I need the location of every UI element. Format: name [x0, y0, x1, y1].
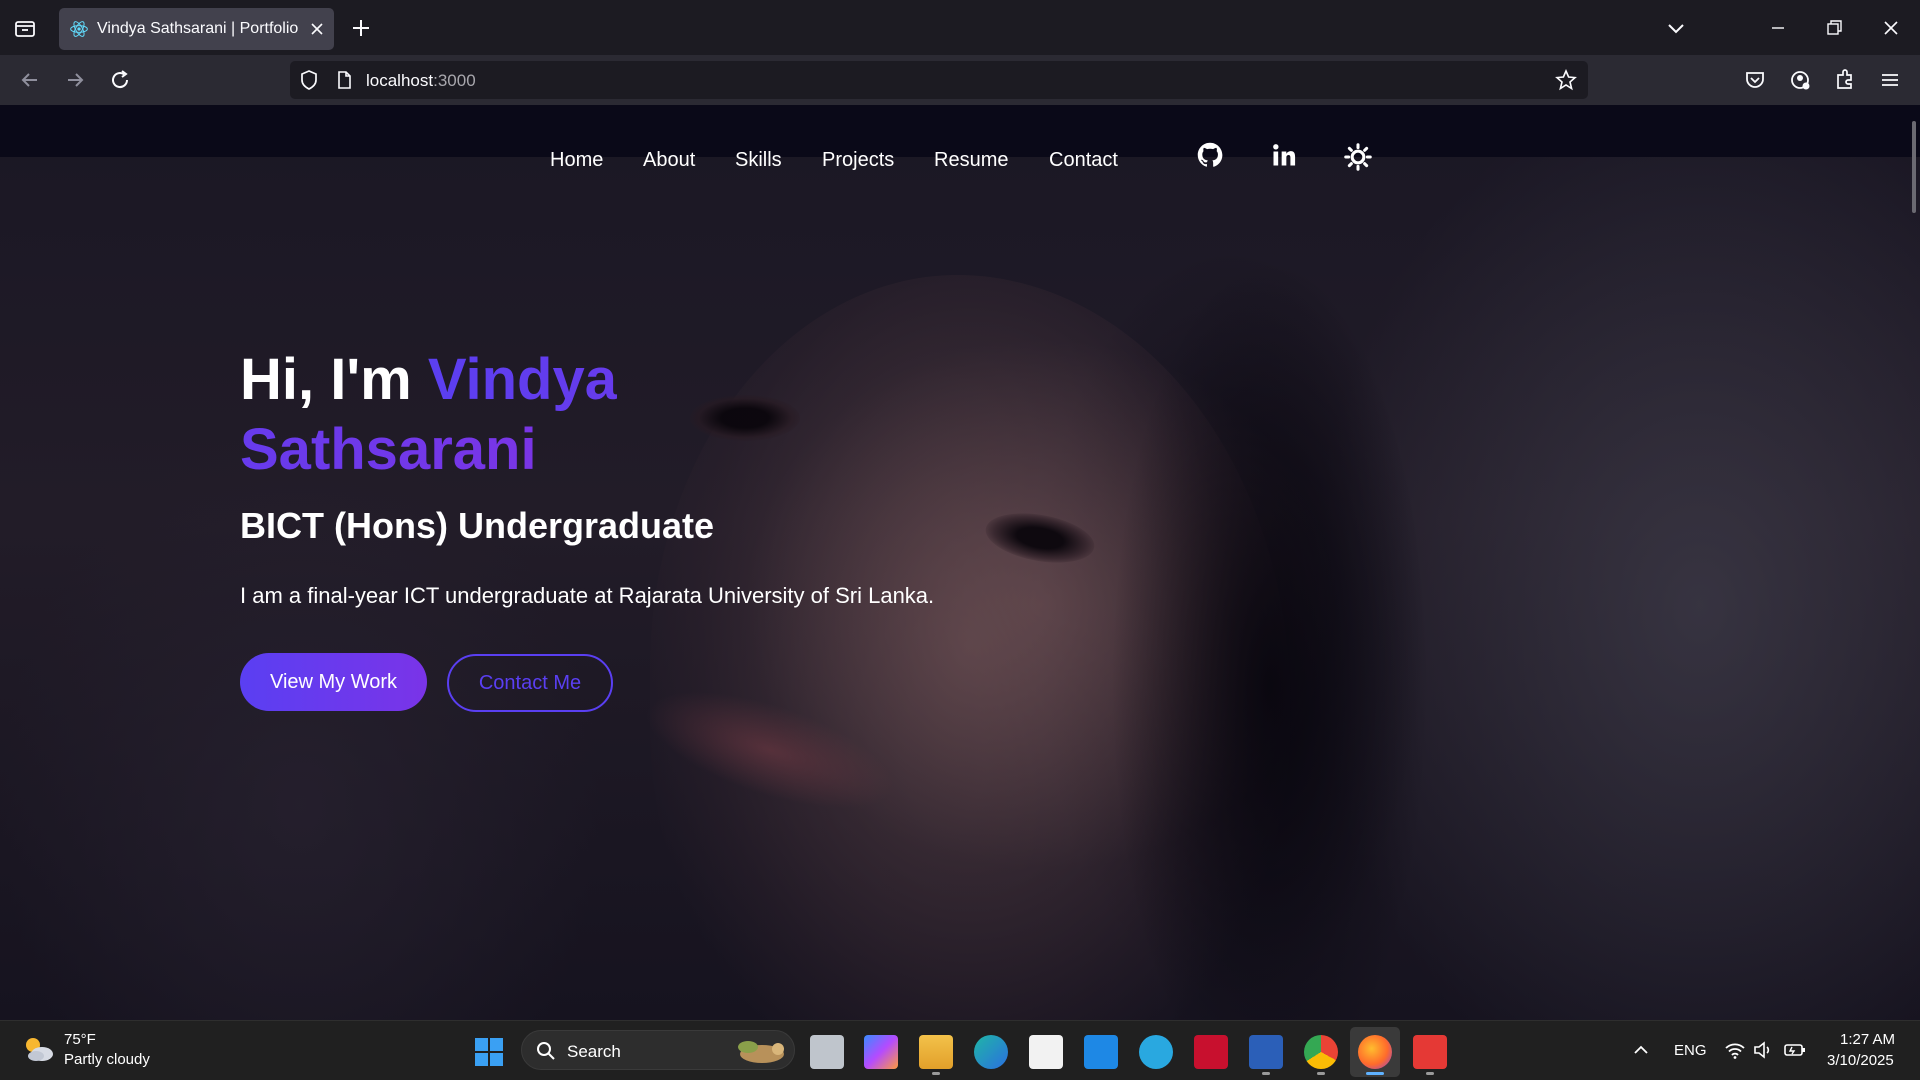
- forward-icon[interactable]: [62, 67, 88, 93]
- page-scrollbar[interactable]: [1912, 121, 1916, 213]
- page-icon[interactable]: [334, 70, 354, 90]
- windows-start-icon[interactable]: [472, 1035, 506, 1069]
- hero-title: Hi, I'm Vindya Sathsarani: [240, 345, 760, 485]
- file-explorer-icon[interactable]: [919, 1035, 953, 1069]
- browser-tab-active[interactable]: Vindya Sathsarani | Portfolio: [59, 8, 334, 50]
- list-all-tabs-icon[interactable]: [1662, 14, 1690, 42]
- close-window-icon[interactable]: [1877, 14, 1905, 42]
- shield-icon[interactable]: [298, 69, 320, 91]
- volume-icon[interactable]: [1752, 1039, 1774, 1061]
- url-text: localhost:3000: [366, 71, 476, 91]
- browser-nav-bar: localhost:3000: [0, 55, 1920, 105]
- task-view-icon[interactable]: [810, 1035, 844, 1069]
- word-icon[interactable]: [1249, 1035, 1283, 1069]
- windows-taskbar: 75°F Partly cloudy Search ENG 1:27 AM 3/…: [0, 1020, 1920, 1080]
- pdf-reader-running-indicator: [1426, 1072, 1434, 1075]
- theme-toggle-sun-icon[interactable]: [1344, 143, 1372, 171]
- weather-description[interactable]: Partly cloudy: [64, 1051, 150, 1068]
- firefox-icon[interactable]: [1358, 1035, 1392, 1069]
- wifi-icon[interactable]: [1724, 1039, 1746, 1061]
- extensions-icon[interactable]: [1832, 67, 1858, 93]
- search-highlight-icon: [738, 1041, 784, 1063]
- view-my-work-button[interactable]: View My Work: [240, 653, 427, 711]
- chrome-running-indicator: [1317, 1072, 1325, 1075]
- nav-home[interactable]: Home: [550, 149, 603, 172]
- back-icon[interactable]: [17, 67, 43, 93]
- edge-icon[interactable]: [974, 1035, 1008, 1069]
- mcafee-icon[interactable]: [1194, 1035, 1228, 1069]
- partly-cloudy-icon[interactable]: [20, 1033, 56, 1065]
- menu-icon[interactable]: [1877, 67, 1903, 93]
- browser-tab-bar: Vindya Sathsarani | Portfolio: [0, 0, 1920, 55]
- url-host: localhost: [366, 71, 434, 90]
- url-port: :3000: [433, 71, 476, 90]
- account-icon[interactable]: [1787, 67, 1813, 93]
- myhp-icon[interactable]: [1084, 1035, 1118, 1069]
- hero-subtitle: BICT (Hons) Undergraduate: [240, 505, 715, 546]
- portrait-hair: [1110, 255, 1430, 1020]
- file-explorer-running-indicator: [932, 1072, 940, 1075]
- nav-contact[interactable]: Contact: [1049, 149, 1118, 172]
- hero-buttons: View My Work Contact Me: [240, 653, 1140, 713]
- pocket-icon[interactable]: [1742, 67, 1768, 93]
- linkedin-icon[interactable]: [1270, 141, 1298, 169]
- word-running-indicator: [1262, 1072, 1270, 1075]
- weather-temperature[interactable]: 75°F: [64, 1031, 96, 1048]
- contact-me-button[interactable]: Contact Me: [447, 654, 613, 712]
- pdf-reader-icon[interactable]: [1413, 1035, 1447, 1069]
- minimize-icon[interactable]: [1764, 14, 1792, 42]
- search-label: Search: [567, 1042, 621, 1061]
- tab-title: Vindya Sathsarani | Portfolio: [97, 20, 299, 37]
- close-tab-icon[interactable]: [307, 19, 327, 39]
- reload-icon[interactable]: [107, 67, 133, 93]
- clock-time[interactable]: 1:27 AM: [1840, 1031, 1895, 1048]
- react-icon: [70, 21, 88, 37]
- url-bar[interactable]: localhost:3000: [290, 61, 1588, 99]
- bookmark-star-icon[interactable]: [1555, 69, 1577, 91]
- hero-greeting: Hi, I'm: [240, 347, 412, 412]
- microsoft-store-icon[interactable]: [1029, 1035, 1063, 1069]
- tab-list-icon[interactable]: [12, 16, 38, 40]
- battery-icon[interactable]: [1783, 1039, 1807, 1061]
- nav-skills[interactable]: Skills: [735, 149, 782, 172]
- chevron-up-icon[interactable]: [1632, 1041, 1650, 1059]
- copilot-icon[interactable]: [864, 1035, 898, 1069]
- github-icon[interactable]: [1196, 141, 1224, 169]
- taskbar-search[interactable]: Search: [521, 1030, 795, 1070]
- portfolio-page: Home About Skills Projects Resume Contac…: [0, 105, 1920, 1020]
- language-indicator[interactable]: ENG: [1674, 1042, 1707, 1059]
- nav-resume[interactable]: Resume: [934, 149, 1008, 172]
- nav-about[interactable]: About: [643, 149, 695, 172]
- firefox-active-indicator: [1366, 1072, 1384, 1075]
- search-icon: [537, 1042, 555, 1060]
- nav-projects[interactable]: Projects: [822, 149, 894, 172]
- get-help-icon[interactable]: [1139, 1035, 1173, 1069]
- hero-description: I am a final-year ICT undergraduate at R…: [240, 583, 935, 608]
- clock-date[interactable]: 3/10/2025: [1827, 1052, 1894, 1069]
- site-navbar: Home About Skills Projects Resume Contac…: [0, 105, 1920, 171]
- hero-section: Hi, I'm Vindya Sathsarani BICT (Hons) Un…: [240, 345, 1140, 713]
- new-tab-icon[interactable]: [349, 16, 373, 40]
- restore-icon[interactable]: [1820, 14, 1848, 42]
- chrome-icon[interactable]: [1304, 1035, 1338, 1069]
